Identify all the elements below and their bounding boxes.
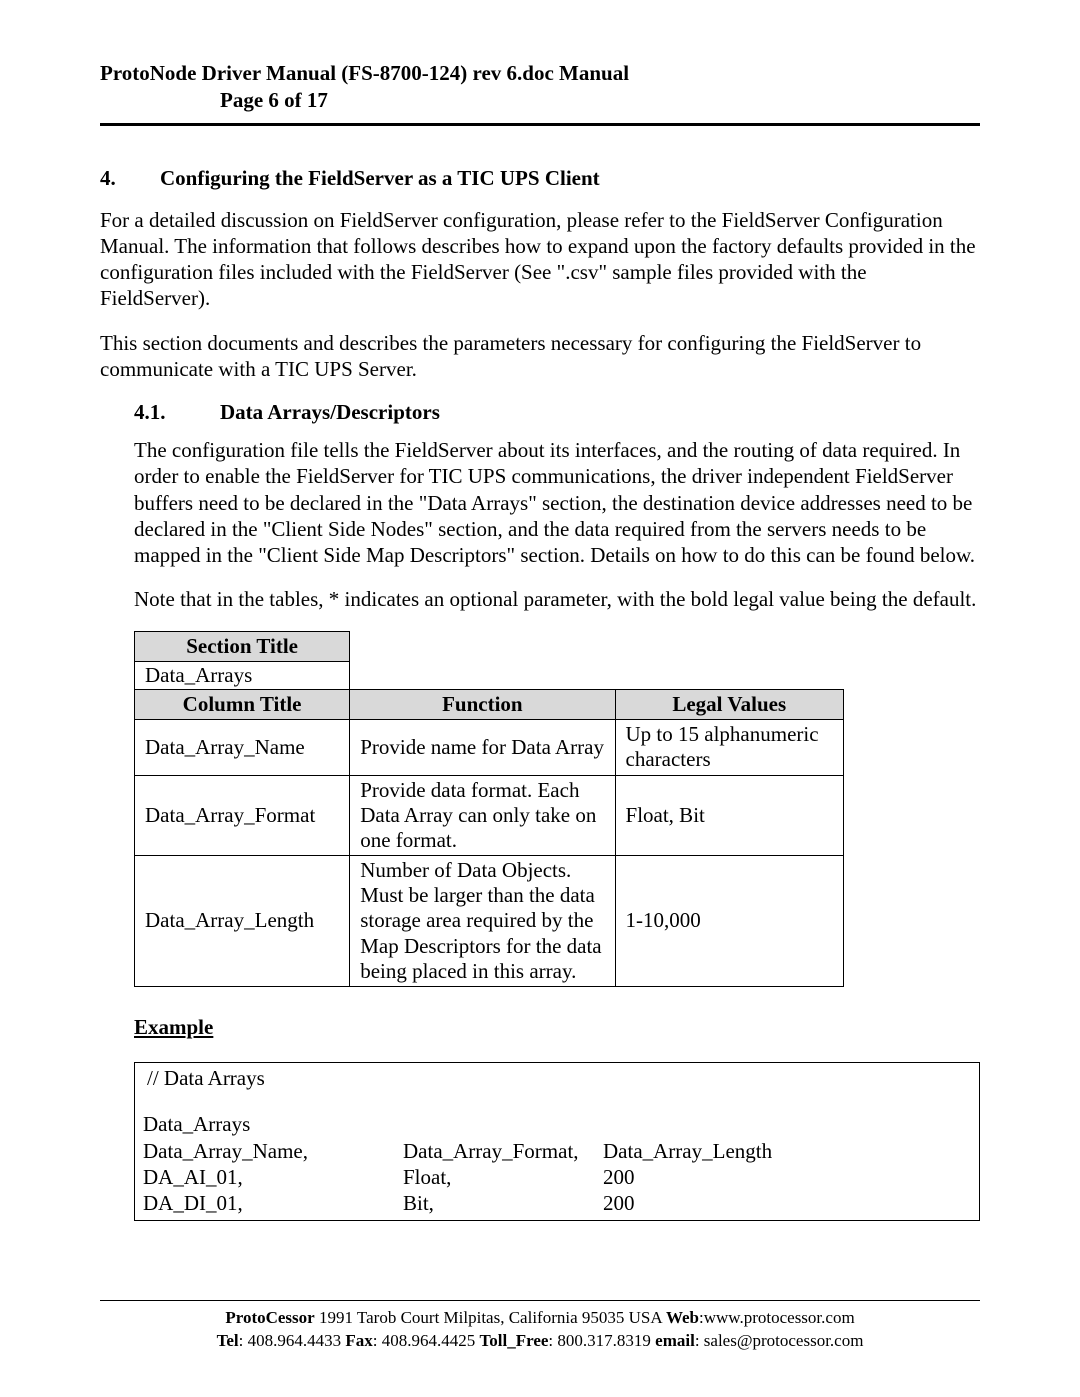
table-row: Data_Array_Name Provide name for Data Ar… bbox=[135, 720, 844, 775]
table-row: Data_Array_Length Number of Data Objects… bbox=[135, 856, 844, 987]
cell: DA_AI_01, bbox=[143, 1164, 403, 1190]
cell: 200 bbox=[603, 1164, 971, 1190]
cell: Bit, bbox=[403, 1190, 603, 1216]
example-row: DA_DI_01, Bit, 200 bbox=[143, 1190, 971, 1216]
column-header: Legal Values bbox=[615, 689, 843, 719]
cell: 200 bbox=[603, 1190, 971, 1216]
page: ProtoNode Driver Manual (FS-8700-124) re… bbox=[0, 0, 1080, 1397]
cell: Data_Array_Name, bbox=[143, 1138, 403, 1164]
cell: Data_Array_Name bbox=[135, 720, 350, 775]
example-block-title: Data_Arrays bbox=[143, 1111, 971, 1137]
example-heading: Example bbox=[134, 1015, 980, 1040]
cell: DA_DI_01, bbox=[143, 1190, 403, 1216]
cell: Float, Bit bbox=[615, 775, 843, 856]
table-row: Section Title bbox=[135, 631, 844, 661]
footer-tel-label: Tel bbox=[217, 1331, 239, 1350]
column-header: Function bbox=[350, 689, 615, 719]
footer-fax-value: : 408.964.4425 bbox=[373, 1331, 480, 1350]
page-header: ProtoNode Driver Manual (FS-8700-124) re… bbox=[100, 60, 980, 115]
footer-email-label: email bbox=[655, 1331, 695, 1350]
cell: Data_Array_Length bbox=[603, 1138, 971, 1164]
footer-tel-value: : 408.964.4433 bbox=[239, 1331, 346, 1350]
subsection-block: 4.1. Data Arrays/Descriptors The configu… bbox=[100, 400, 980, 1221]
footer-tollfree-value: : 800.317.8319 bbox=[548, 1331, 655, 1350]
table-row: Column Title Function Legal Values bbox=[135, 689, 844, 719]
subsection-number: 4.1. bbox=[134, 400, 220, 425]
cell: Data_Array_Format, bbox=[403, 1138, 603, 1164]
section-title-header: Section Title bbox=[135, 631, 350, 661]
section-title: Configuring the FieldServer as a TIC UPS… bbox=[160, 166, 980, 191]
cell: Data_Array_Length bbox=[135, 856, 350, 987]
header-rule bbox=[100, 123, 980, 126]
parameter-table: Section Title Data_Arrays Column Title F… bbox=[134, 631, 844, 987]
example-box: // Data Arrays Data_Arrays Data_Array_Na… bbox=[134, 1062, 980, 1221]
footer-tollfree-label: Toll_Free bbox=[479, 1331, 548, 1350]
example-row: DA_AI_01, Float, 200 bbox=[143, 1164, 971, 1190]
footer-email-value: : sales@protocessor.com bbox=[695, 1331, 864, 1350]
cell: Number of Data Objects. Must be larger t… bbox=[350, 856, 615, 987]
example-comment: // Data Arrays bbox=[143, 1065, 971, 1091]
footer-line2: Tel: 408.964.4433 Fax: 408.964.4425 Toll… bbox=[100, 1330, 980, 1353]
section-heading: 4. Configuring the FieldServer as a TIC … bbox=[100, 166, 980, 191]
cell: Up to 15 alphanumeric characters bbox=[615, 720, 843, 775]
paragraph: The configuration file tells the FieldSe… bbox=[134, 437, 980, 568]
section-title-value: Data_Arrays bbox=[135, 661, 350, 689]
cell: Provide data format. Each Data Array can… bbox=[350, 775, 615, 856]
cell: Float, bbox=[403, 1164, 603, 1190]
paragraph: This section documents and describes the… bbox=[100, 330, 980, 383]
cell: 1-10,000 bbox=[615, 856, 843, 987]
section-number: 4. bbox=[100, 166, 160, 191]
column-header: Column Title bbox=[135, 689, 350, 719]
subsection-heading: 4.1. Data Arrays/Descriptors bbox=[134, 400, 980, 425]
paragraph: Note that in the tables, * indicates an … bbox=[134, 586, 980, 612]
footer-web-value: :www.protocessor.com bbox=[699, 1308, 855, 1327]
cell: Provide name for Data Array bbox=[350, 720, 615, 775]
example-header-row: Data_Array_Name, Data_Array_Format, Data… bbox=[143, 1138, 971, 1164]
footer-fax-label: Fax bbox=[345, 1331, 372, 1350]
footer-brand: ProtoCessor bbox=[225, 1308, 314, 1327]
footer-line1: ProtoCessor 1991 Tarob Court Milpitas, C… bbox=[100, 1307, 980, 1330]
page-footer: ProtoCessor 1991 Tarob Court Milpitas, C… bbox=[100, 1300, 980, 1353]
footer-web-label: Web bbox=[666, 1308, 699, 1327]
table-row: Data_Array_Format Provide data format. E… bbox=[135, 775, 844, 856]
footer-address: 1991 Tarob Court Milpitas, California 95… bbox=[315, 1308, 666, 1327]
paragraph: For a detailed discussion on FieldServer… bbox=[100, 207, 980, 312]
table-row: Data_Arrays bbox=[135, 661, 844, 689]
cell: Data_Array_Format bbox=[135, 775, 350, 856]
header-page: Page 6 of 17 bbox=[100, 87, 980, 114]
subsection-title: Data Arrays/Descriptors bbox=[220, 400, 980, 425]
header-title: ProtoNode Driver Manual (FS-8700-124) re… bbox=[100, 60, 980, 87]
